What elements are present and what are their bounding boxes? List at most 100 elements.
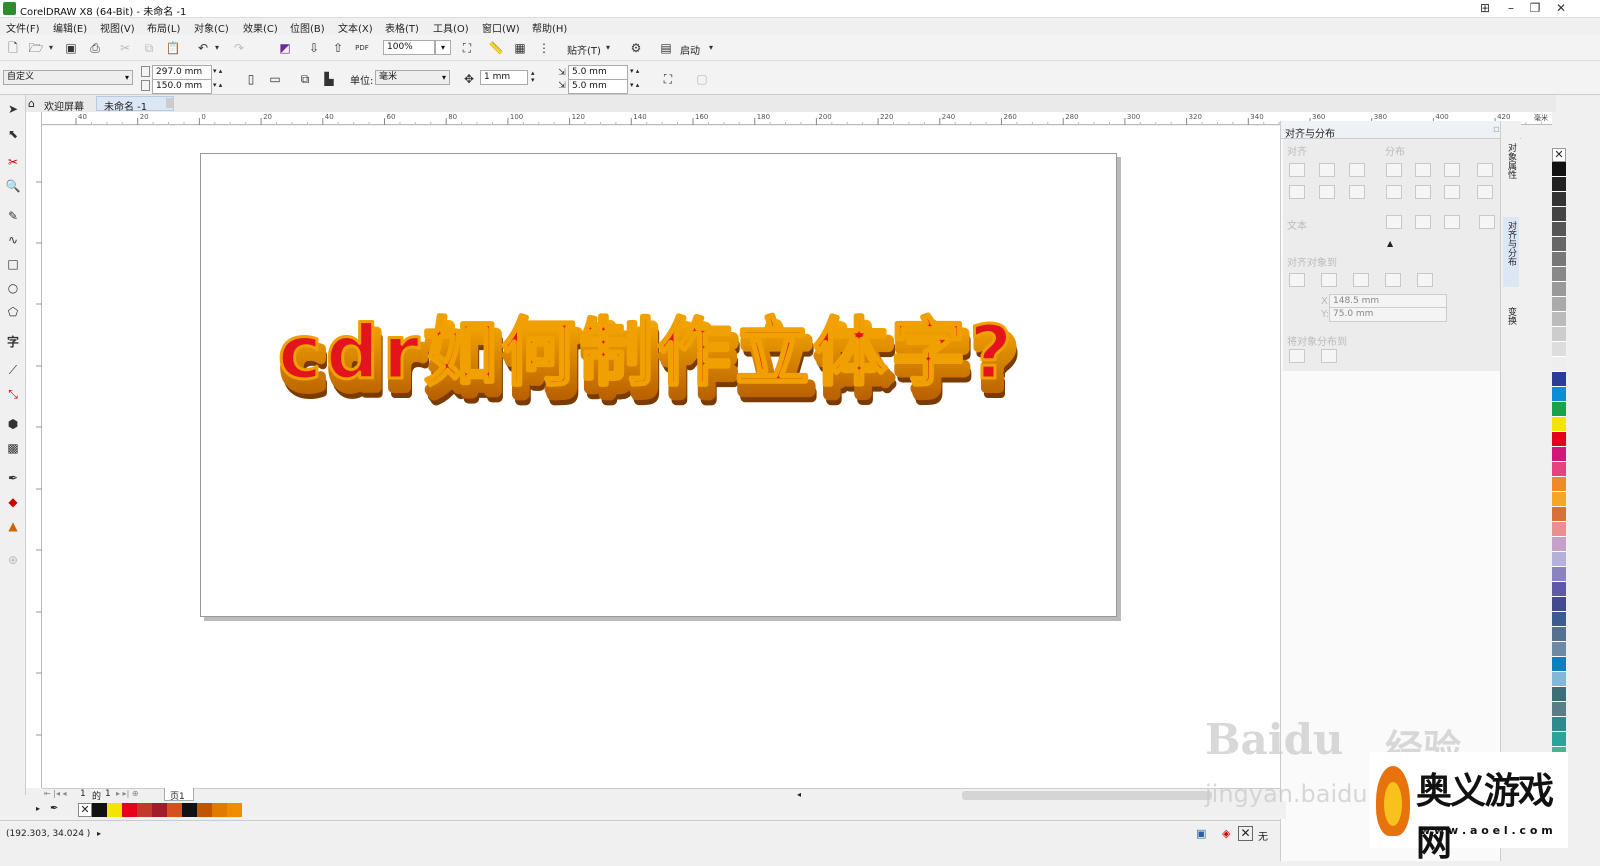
rectangle-tool-icon[interactable]: □ xyxy=(4,255,22,273)
menu-table[interactable]: 表格(T) xyxy=(385,20,419,35)
distribute-to-selection-icon[interactable] xyxy=(1289,349,1305,363)
status-arrow-icon[interactable]: ▸ xyxy=(97,829,101,838)
palette-swatch[interactable] xyxy=(1552,402,1566,417)
nudge-distance-field[interactable]: 1 mm xyxy=(480,70,528,85)
palette-swatch[interactable] xyxy=(1552,447,1566,462)
tab-transform[interactable]: 变换 xyxy=(1504,307,1518,325)
polygon-tool-icon[interactable]: ⬠ xyxy=(4,303,22,321)
show-guidelines-icon[interactable]: ⋮ xyxy=(535,39,553,57)
align-to-grid-icon[interactable] xyxy=(1385,273,1401,287)
palette-swatch[interactable] xyxy=(1552,702,1566,717)
menu-text[interactable]: 文本(X) xyxy=(338,20,373,35)
pick-tool-icon[interactable]: ➤ xyxy=(4,100,22,118)
freehand-tool-icon[interactable]: ✎ xyxy=(4,207,22,225)
current-page-icon[interactable]: ▙ xyxy=(320,70,338,88)
palette-swatch[interactable] xyxy=(1552,237,1566,252)
palette-swatch[interactable] xyxy=(1552,372,1566,387)
menu-layout[interactable]: 布局(L) xyxy=(147,20,180,35)
doc-palette-swatch[interactable] xyxy=(107,803,122,817)
menu-tools[interactable]: 工具(O) xyxy=(433,20,469,35)
palette-swatch[interactable] xyxy=(1552,282,1566,297)
unit-select[interactable]: 毫米 ▾ xyxy=(375,70,450,85)
doc-palette-swatch[interactable] xyxy=(152,803,167,817)
transparency-tool-icon[interactable]: ▩ xyxy=(4,439,22,457)
palette-swatch[interactable] xyxy=(1552,552,1566,567)
fill-indicator-icon[interactable]: ◈ xyxy=(1222,827,1230,840)
maximize-button[interactable]: ❐ xyxy=(1522,0,1548,18)
minimize-button[interactable]: – xyxy=(1498,0,1524,18)
palette-swatch[interactable] xyxy=(1552,417,1566,432)
palette-swatch[interactable] xyxy=(1552,642,1566,657)
palette-swatch[interactable] xyxy=(1552,492,1566,507)
next-page-icon[interactable]: ▸ ▸| ⊕ xyxy=(116,789,139,798)
docker-pin-icon[interactable]: ▫ xyxy=(1493,124,1500,135)
align-left-icon[interactable] xyxy=(1289,163,1305,177)
palette-swatch[interactable] xyxy=(1552,357,1566,372)
collapse-arrow-icon[interactable]: ▲ xyxy=(1387,239,1393,248)
extruded-3d-text[interactable]: cdr如何制作立体字? cdr如何制作立体字? cdr如何制作立体字? xyxy=(270,300,1050,420)
all-pages-icon[interactable]: ⧉ xyxy=(296,70,314,88)
distribute-center-h-icon[interactable] xyxy=(1415,163,1431,177)
menu-object[interactable]: 对象(C) xyxy=(194,20,229,35)
print-icon[interactable]: ⎙ xyxy=(86,39,104,57)
vertical-ruler[interactable] xyxy=(26,112,42,788)
dimension-tool-icon[interactable]: ⟋ xyxy=(4,361,22,379)
doc-no-color-swatch[interactable]: ✕ xyxy=(78,803,92,817)
page-frame-icon[interactable]: ⛶ xyxy=(659,70,677,88)
height-spinner-icon[interactable]: ▾ ▴ xyxy=(213,81,222,89)
distribute-center-v-icon[interactable] xyxy=(1415,185,1431,199)
duplicate-distance-y-field[interactable]: 5.0 mm xyxy=(568,79,628,94)
connector-tool-icon[interactable]: ⤡ xyxy=(4,385,22,403)
outline-none-icon[interactable]: ✕ xyxy=(1238,826,1253,841)
portrait-icon[interactable]: ▯ xyxy=(242,70,260,88)
add-tab-icon[interactable] xyxy=(166,98,174,108)
launch-label[interactable]: 启动 xyxy=(680,42,700,57)
palette-swatch[interactable] xyxy=(1552,222,1566,237)
palette-swatch[interactable] xyxy=(1552,312,1566,327)
doc-palette-swatch[interactable] xyxy=(167,803,182,817)
palette-swatch[interactable] xyxy=(1552,597,1566,612)
first-page-icon[interactable]: ⇤ |◂ ◂ xyxy=(44,789,67,798)
palette-swatch[interactable] xyxy=(1552,537,1566,552)
snap-to-label[interactable]: 贴齐(T) xyxy=(567,42,601,57)
palette-swatch[interactable] xyxy=(1552,387,1566,402)
doc-palette-swatch[interactable] xyxy=(197,803,212,817)
palette-swatch[interactable] xyxy=(1552,162,1566,177)
treat-as-filled-icon[interactable]: ▢ xyxy=(693,70,711,88)
smart-fill-icon[interactable]: ▲ xyxy=(4,517,22,535)
tab-document[interactable]: 未命名 -1 xyxy=(104,98,147,113)
options-gear-icon[interactable]: ⚙ xyxy=(627,39,645,57)
distribute-top-icon[interactable] xyxy=(1386,185,1402,199)
new-document-icon[interactable]: 🗋 xyxy=(4,39,22,57)
menu-help[interactable]: 帮助(H) xyxy=(532,20,567,35)
align-to-page-center-icon[interactable] xyxy=(1353,273,1369,287)
import-icon[interactable]: ⇩ xyxy=(305,39,323,57)
align-to-active-icon[interactable] xyxy=(1289,273,1305,287)
palette-swatch[interactable] xyxy=(1552,507,1566,522)
duplicate-distance-x-field[interactable]: 5.0 mm xyxy=(568,65,628,80)
doc-palette-swatch[interactable] xyxy=(137,803,152,817)
page-preset-select[interactable]: 自定义 ▾ xyxy=(3,70,133,85)
palette-swatch[interactable] xyxy=(1552,717,1566,732)
scroll-left-icon[interactable]: ◂ xyxy=(797,790,801,799)
doc-palette-swatch[interactable] xyxy=(227,803,242,817)
zoom-dropdown-icon[interactable]: ▾ xyxy=(435,40,451,55)
shape-tool-icon[interactable]: ⬉ xyxy=(4,125,22,143)
doc-palette-swatch[interactable] xyxy=(122,803,137,817)
align-top-icon[interactable] xyxy=(1289,185,1305,199)
eyedropper-tool-icon[interactable]: ✒ xyxy=(4,469,22,487)
tab-align-distribute[interactable]: 对齐与分布 xyxy=(1504,221,1518,266)
align-center-h-icon[interactable] xyxy=(1319,163,1335,177)
artistic-media-icon[interactable]: ∿ xyxy=(4,231,22,249)
launch-app-icon[interactable]: ▤ xyxy=(657,39,675,57)
zoom-level-field[interactable]: 100% xyxy=(383,40,435,55)
close-button[interactable]: ✕ xyxy=(1548,0,1574,18)
open-icon[interactable]: 🗁 xyxy=(27,39,45,57)
landscape-icon[interactable]: ▭ xyxy=(266,70,284,88)
align-bottom-icon[interactable] xyxy=(1349,185,1365,199)
palette-swatch[interactable] xyxy=(1552,462,1566,477)
menu-bitmap[interactable]: 位图(B) xyxy=(290,20,325,35)
save-icon[interactable]: ▣ xyxy=(62,39,80,57)
export-icon[interactable]: ⇧ xyxy=(329,39,347,57)
palette-swatch[interactable] xyxy=(1552,477,1566,492)
